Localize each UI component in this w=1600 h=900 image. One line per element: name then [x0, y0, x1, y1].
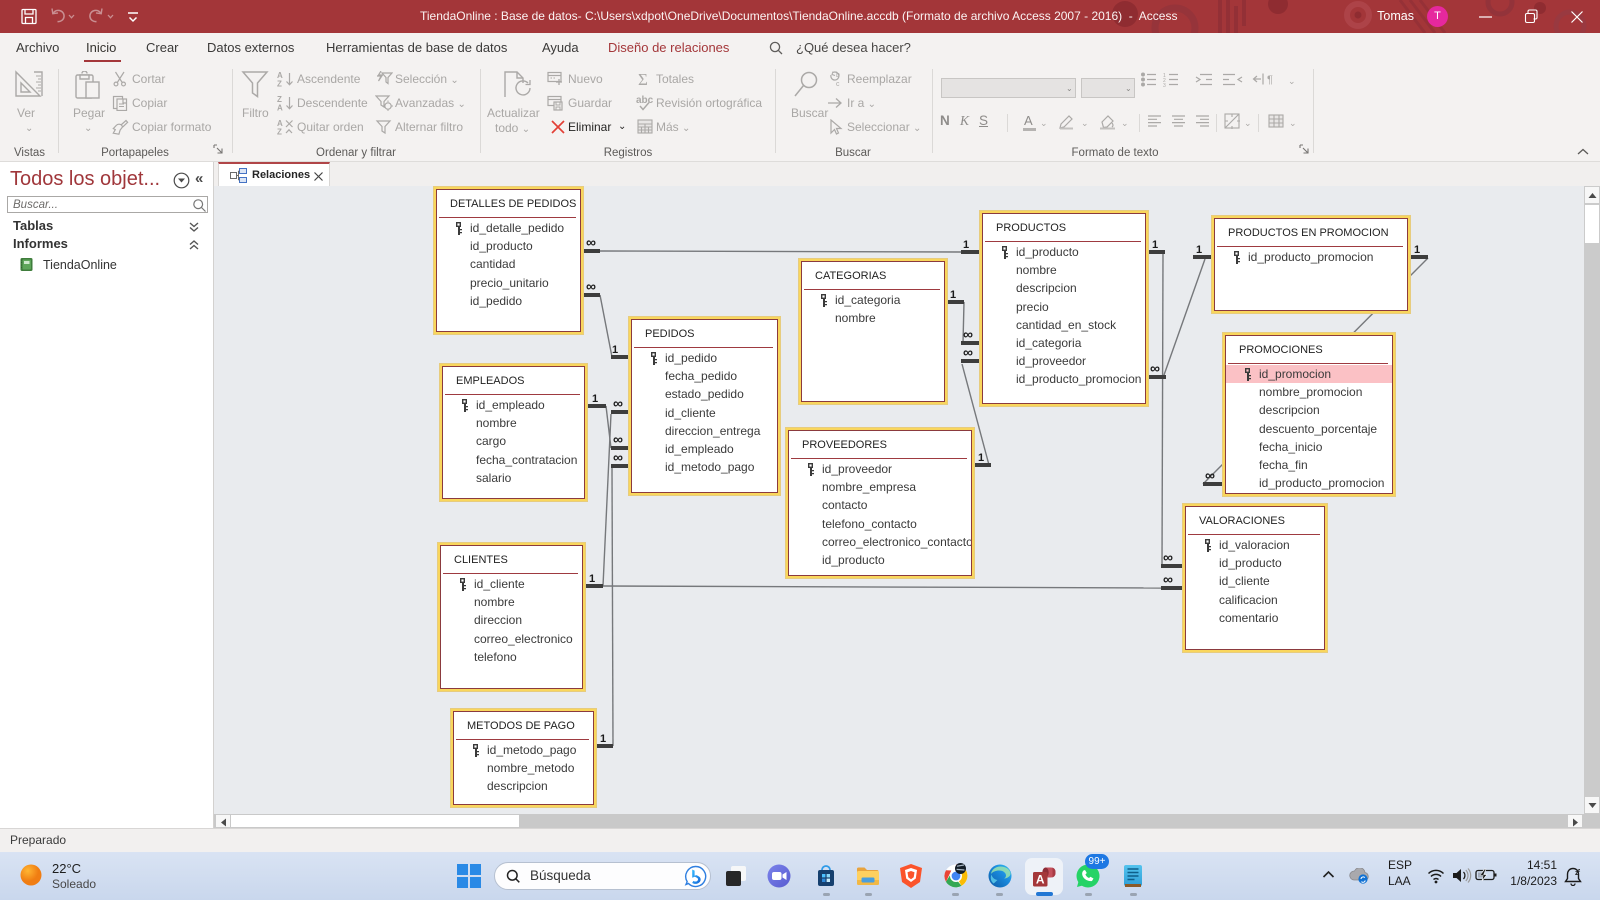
svg-text:1: 1: [612, 344, 618, 356]
svg-text:1: 1: [1414, 244, 1420, 256]
svg-text:abc: abc: [636, 95, 654, 106]
svg-text:∞: ∞: [613, 449, 623, 465]
svg-text:¶: ¶: [1267, 74, 1273, 86]
svg-text:z: z: [1578, 868, 1581, 874]
svg-text:∞: ∞: [1163, 549, 1173, 565]
svg-text:b: b: [836, 72, 840, 79]
svg-text:Z: Z: [277, 80, 282, 88]
svg-text:1: 1: [1152, 239, 1158, 251]
svg-text:∞: ∞: [963, 326, 973, 342]
svg-text:1: 1: [1196, 244, 1202, 256]
svg-text:1: 1: [963, 239, 969, 251]
svg-text:∞: ∞: [586, 278, 596, 294]
svg-text:A: A: [1036, 873, 1045, 887]
svg-text:1: 1: [978, 452, 984, 464]
svg-text:1: 1: [589, 573, 595, 585]
svg-text:1: 1: [600, 733, 606, 745]
svg-text:c: c: [836, 81, 840, 87]
svg-text:∞: ∞: [586, 234, 596, 250]
svg-text:∞: ∞: [613, 431, 623, 447]
svg-text:∞: ∞: [613, 395, 623, 411]
svg-text:3: 3: [1163, 83, 1166, 87]
svg-text:Z: Z: [277, 128, 282, 136]
svg-text:1: 1: [950, 289, 956, 301]
svg-text:∞: ∞: [963, 344, 973, 360]
svg-text:∞: ∞: [1205, 467, 1215, 483]
svg-text:A: A: [277, 104, 283, 112]
svg-text:Σ: Σ: [638, 70, 648, 88]
svg-text:∞: ∞: [1163, 571, 1173, 587]
svg-text:1: 1: [592, 393, 598, 405]
svg-text:∞: ∞: [1150, 360, 1160, 376]
